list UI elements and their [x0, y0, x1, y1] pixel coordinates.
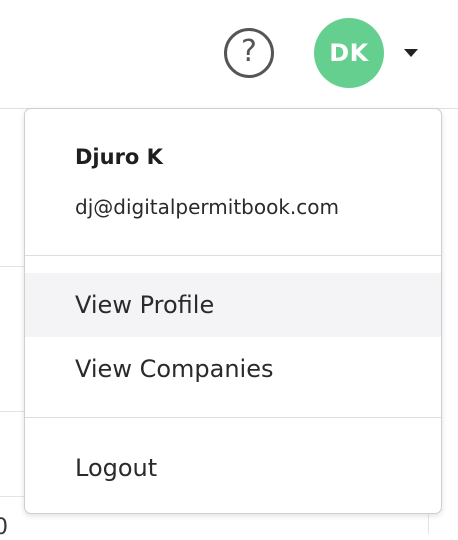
background-divider [0, 411, 24, 412]
background-divider [0, 496, 24, 497]
background-divider [0, 266, 24, 267]
question-circle-icon: ? [241, 34, 257, 69]
top-bar: ? DK [0, 0, 458, 109]
user-name: Djuro K [75, 145, 163, 169]
menu-item-logout[interactable]: Logout [25, 436, 441, 500]
help-button[interactable]: ? [224, 28, 274, 78]
menu-divider [25, 255, 441, 256]
user-email: dj@digitalpermitbook.com [75, 195, 339, 219]
user-avatar-button[interactable]: DK [314, 18, 384, 88]
menu-item-view-profile[interactable]: View Profile [25, 273, 441, 337]
user-dropdown-menu: Djuro K dj@digitalpermitbook.com View Pr… [24, 108, 442, 514]
background-column-border [428, 514, 429, 534]
menu-divider [25, 417, 441, 418]
menu-item-view-companies[interactable]: View Companies [25, 337, 441, 401]
background-cell-text: 0 [0, 515, 8, 540]
caret-down-icon[interactable] [404, 49, 418, 57]
